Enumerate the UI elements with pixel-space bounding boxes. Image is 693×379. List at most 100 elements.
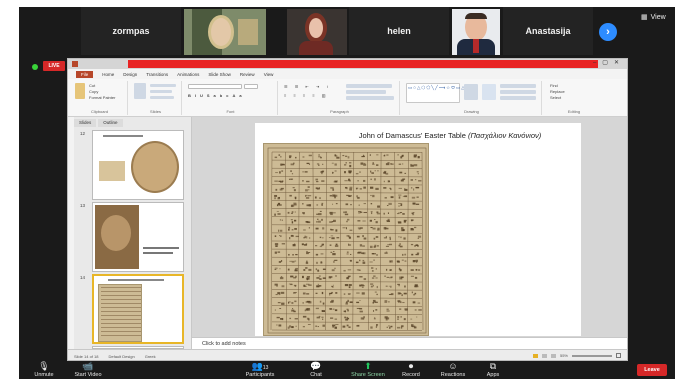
start-video-button[interactable]: 📹 Start Video — [71, 361, 105, 379]
font-name-select[interactable] — [188, 84, 242, 89]
align-text-button[interactable] — [346, 90, 386, 94]
ribbon-group-drawing: ▭○△⬡⬠╲╱⟶☆⬭▭△ Drawing — [402, 81, 542, 115]
shape-effects-button[interactable] — [500, 96, 536, 100]
slide-number: 14 — [80, 275, 86, 280]
slide-title-greek: (Πασχάλιον Κανόνιον) — [467, 131, 542, 140]
participant-video-1[interactable] — [184, 9, 266, 55]
thumbnail-image — [95, 205, 139, 269]
reading-view-icon[interactable] — [550, 353, 556, 358]
language[interactable]: Greek — [145, 354, 156, 359]
next-page-button[interactable]: › — [599, 23, 617, 41]
chat-button[interactable]: 💬 Chat — [305, 362, 327, 379]
notes-pane[interactable]: Click to add notes — [192, 337, 627, 349]
align-buttons[interactable]: ≡ ≡ ≡ ≡ ▥ — [284, 93, 329, 98]
participant-tile-anastasija[interactable]: Anastasija — [503, 7, 593, 55]
sorter-view-icon[interactable] — [541, 353, 547, 358]
ribbon-group-slides: Slides — [130, 81, 182, 115]
notes-placeholder: Click to add notes — [202, 341, 246, 347]
ribbon-group-font: BIUSabcAa Font — [184, 81, 278, 115]
tab-view[interactable]: View — [264, 72, 274, 77]
slide-title[interactable]: John of Damascus' Easter Table (Πασχάλιο… — [325, 131, 575, 140]
recording-indicator — [32, 64, 38, 70]
unmute-button[interactable]: 🎙 Unmute — [29, 362, 59, 379]
tab-design[interactable]: Design — [123, 72, 137, 77]
grid-icon: ▦ — [641, 14, 648, 21]
participants-button[interactable]: 👥13 Participants — [243, 362, 277, 379]
participant-name: zormpas — [112, 26, 150, 36]
unmute-label: Unmute — [34, 372, 54, 378]
tab-file[interactable]: File — [76, 70, 94, 78]
participant-video-3[interactable] — [452, 9, 500, 55]
zoom-slider[interactable] — [572, 354, 612, 357]
ppt-title-bar: –▢✕ — [68, 59, 627, 69]
leave-button[interactable]: Leave — [637, 364, 667, 376]
normal-view-icon[interactable] — [532, 353, 538, 358]
format-painter-button[interactable]: Format Painter — [89, 95, 115, 100]
slide-thumbnail-selected[interactable] — [92, 274, 184, 344]
share-screen-button[interactable]: ⬆ Share Screen — [349, 362, 387, 379]
copy-button[interactable]: Copy — [89, 89, 98, 94]
participant-video-2[interactable] — [287, 9, 347, 55]
window-controls[interactable]: –▢✕ — [593, 59, 625, 66]
slide-number: 13 — [80, 203, 86, 208]
apps-button[interactable]: ⧉ Apps — [481, 361, 505, 379]
slide-thumbnail[interactable] — [92, 202, 184, 272]
thumbnail-image — [99, 161, 125, 181]
tab-outline[interactable]: Outline — [98, 119, 123, 127]
fit-slide-icon[interactable] — [616, 353, 621, 358]
text-direction-button[interactable] — [346, 84, 392, 88]
participant-tile-zormpas[interactable]: zormpas — [81, 7, 181, 55]
group-label: Editing — [567, 109, 581, 114]
apps-label: Apps — [486, 372, 500, 378]
convert-smartart-button[interactable] — [346, 96, 394, 100]
slide-thumbnail[interactable] — [92, 130, 184, 200]
replace-button[interactable]: Replace — [550, 89, 565, 94]
layout-button[interactable] — [150, 84, 176, 87]
view-button[interactable]: ▦ View — [641, 13, 666, 22]
select-button[interactable]: Select — [550, 95, 561, 100]
ppt-status-bar: Slide 14 of 18 Default Design Greek 55% — [68, 349, 627, 360]
arrange-button[interactable] — [464, 84, 478, 100]
start-video-label: Start Video — [74, 372, 102, 378]
ribbon-toolbar: Cut Copy Format Painter Clipboard Slides… — [68, 79, 627, 117]
participant-name: Anastasija — [525, 26, 571, 36]
tab-transitions[interactable]: Transitions — [146, 72, 168, 77]
tab-home[interactable]: Home — [102, 72, 114, 77]
manuscript-table-drawing — [264, 144, 428, 335]
participant-tile-helen[interactable]: helen — [349, 7, 449, 55]
font-format-buttons[interactable]: BIUSabcAa — [188, 93, 246, 98]
zoom-level[interactable]: 55% — [560, 353, 568, 358]
shape-fill-button[interactable] — [500, 84, 536, 88]
reset-button[interactable] — [150, 90, 172, 93]
manuscript-image[interactable] — [263, 143, 429, 336]
new-slide-icon[interactable] — [134, 83, 146, 99]
ribbon-tabs: File Home Design Transitions Animations … — [68, 69, 627, 79]
slide-thumbnails-pane[interactable]: Slides Outline 12 13 14 — [74, 117, 192, 349]
thumbnail-image — [98, 284, 142, 342]
group-label: Font — [226, 109, 235, 114]
video-off-icon: 📹 — [82, 361, 94, 371]
powerpoint-logo-icon — [72, 61, 78, 67]
apps-icon: ⧉ — [489, 361, 497, 371]
tab-review[interactable]: Review — [240, 72, 255, 77]
record-button[interactable]: ⏺ Record — [399, 362, 423, 379]
theme-name: Default Design — [108, 353, 135, 359]
tab-animations[interactable]: Animations — [177, 72, 199, 77]
list-buttons[interactable]: ☰ ☰ ⇤ ⇥ ↕ — [284, 84, 331, 89]
shape-outline-button[interactable] — [500, 90, 536, 94]
shared-screen-powerpoint[interactable]: –▢✕ File Home Design Transitions Animati… — [67, 58, 628, 361]
meeting-toolbar: 🎙 Unmute 📹 Start Video 👥13 Participants … — [19, 361, 675, 379]
font-size-select[interactable] — [244, 84, 258, 89]
delete-button[interactable] — [150, 96, 174, 99]
current-slide[interactable]: John of Damascus' Easter Table (Πασχάλιο… — [255, 123, 581, 336]
shapes-gallery[interactable]: ▭○△⬡⬠╲╱⟶☆⬭▭△ — [406, 83, 465, 103]
quick-styles-button[interactable] — [482, 84, 496, 100]
paste-icon[interactable] — [75, 83, 85, 99]
reactions-button[interactable]: ☺ Reactions — [437, 362, 469, 379]
group-label: Clipboard — [90, 109, 109, 114]
cut-button[interactable]: Cut — [89, 83, 95, 88]
find-button[interactable]: Find — [550, 83, 558, 88]
tab-slide-show[interactable]: Slide Show — [208, 72, 231, 77]
slide-info: Slide 14 of 18 — [74, 353, 99, 359]
tab-slides[interactable]: Slides — [74, 119, 97, 127]
